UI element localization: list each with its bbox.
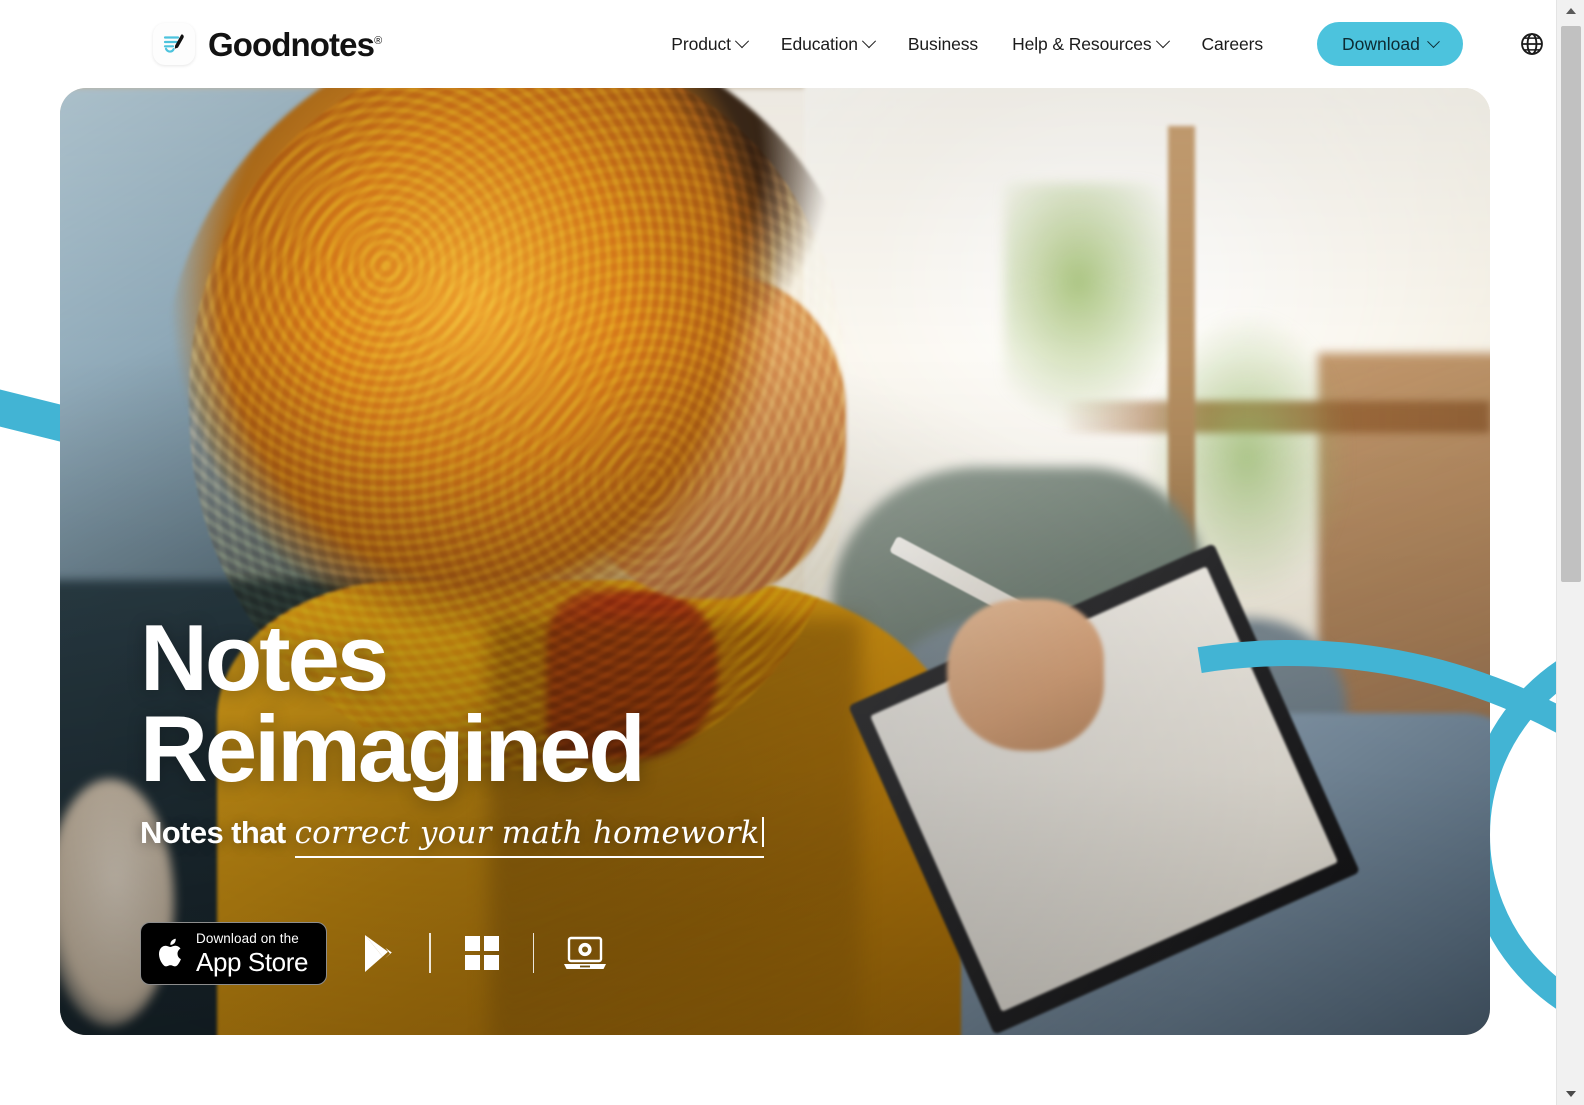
chevron-down-icon (734, 34, 749, 49)
chromebook-icon (564, 937, 607, 970)
nav-item-label: Business (907, 33, 979, 54)
nav-item-product[interactable]: Product (671, 33, 749, 55)
google-play-button[interactable] (355, 930, 401, 976)
chevron-down-icon (861, 34, 876, 49)
scroll-up-arrow-icon[interactable] (1557, 0, 1584, 22)
nav-item-business[interactable]: Business (908, 34, 978, 55)
apple-icon (158, 939, 181, 967)
app-store-labels: Download on the App Store (196, 930, 309, 977)
windows-icon (464, 936, 499, 971)
nav-item-label: Education (780, 33, 858, 54)
site-header: Goodnotes® Product Education Business He… (0, 0, 1556, 88)
app-store-big-label: App Store (196, 947, 309, 977)
hero-title: Notes Reimagined (140, 611, 1040, 796)
download-button[interactable]: Download (1317, 22, 1463, 66)
chromebook-button[interactable] (562, 930, 608, 976)
hero-title-line-1: Notes (140, 605, 389, 711)
chevron-down-icon (1427, 34, 1440, 48)
text-caret-icon (761, 816, 764, 847)
main-navigation: Product Education Business Help & Resour… (671, 22, 1547, 66)
hero-subtitle-typed-text: correct your math homework (294, 814, 760, 851)
browser-page: Goodnotes® Product Education Business He… (0, 0, 1584, 1105)
hero-subtitle-typed: correct your math homework (294, 814, 764, 858)
vertical-scrollbar[interactable] (1556, 0, 1584, 1105)
brand-trademark: ® (374, 34, 382, 47)
google-play-icon (365, 935, 392, 973)
brand-name: Goodnotes® (208, 25, 382, 63)
store-divider (429, 933, 431, 974)
nav-item-education[interactable]: Education (780, 33, 876, 55)
windows-button[interactable] (459, 930, 505, 976)
page-viewport: Goodnotes® Product Education Business He… (0, 0, 1556, 1105)
nav-item-label: Help & Resources (1012, 33, 1152, 54)
language-selector-button[interactable] (1517, 29, 1547, 59)
app-store-small-label: Download on the (196, 930, 299, 946)
chevron-down-icon (1155, 34, 1170, 49)
store-divider (532, 933, 535, 974)
download-button-label: Download (1342, 33, 1420, 54)
nav-item-label: Careers (1201, 33, 1264, 54)
nav-item-careers[interactable]: Careers (1202, 34, 1264, 55)
scroll-down-arrow-icon[interactable] (1557, 1083, 1584, 1105)
globe-icon (1520, 33, 1543, 55)
nav-item-label: Product (671, 33, 731, 54)
scrollbar-thumb[interactable] (1561, 26, 1581, 582)
app-store-button[interactable]: Download on the App Store (140, 921, 328, 985)
brand-logo-link[interactable]: Goodnotes® (153, 23, 382, 65)
hero-subtitle-static: Notes that (140, 814, 286, 850)
hero-title-line-2: Reimagined (140, 696, 646, 802)
nav-item-help-resources[interactable]: Help & Resources (1012, 33, 1170, 55)
goodnotes-pen-logo-icon (153, 23, 195, 65)
